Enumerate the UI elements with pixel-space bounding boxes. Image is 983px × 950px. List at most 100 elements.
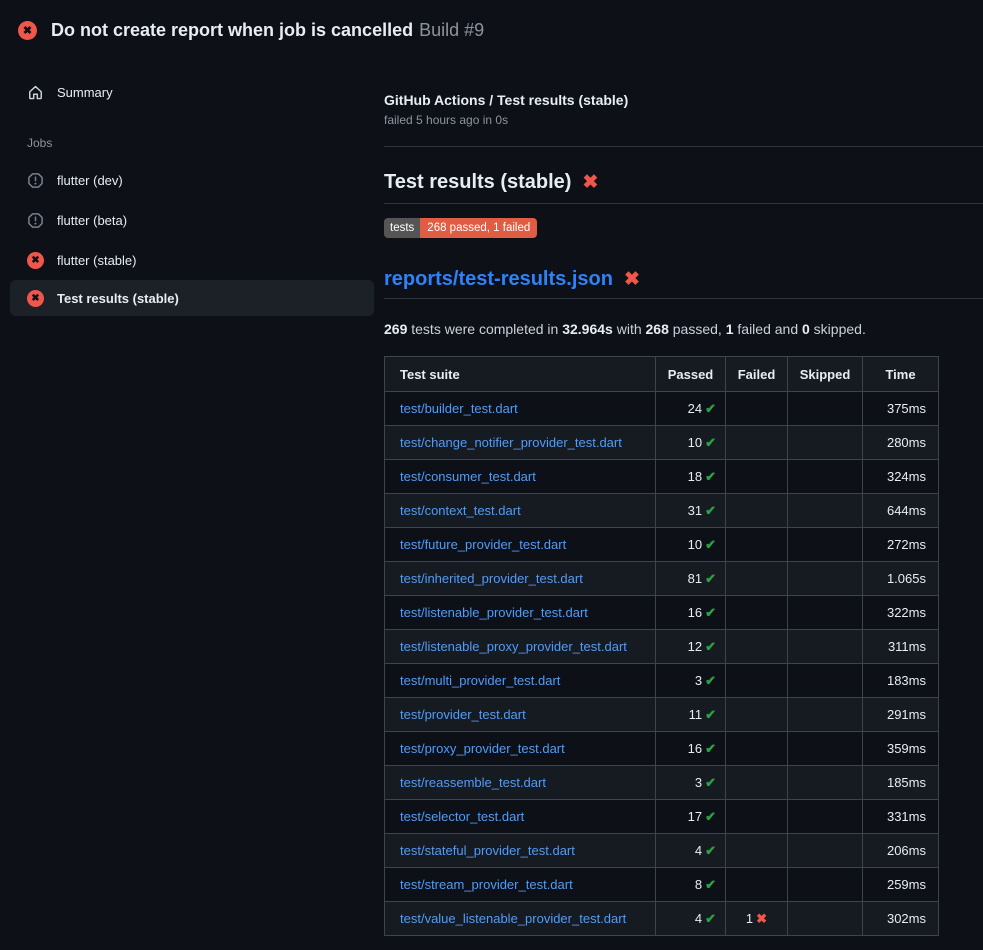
failed-count-cell (726, 392, 788, 426)
test-suite-link[interactable]: test/context_test.dart (400, 503, 521, 518)
test-suite-cell: test/stateful_provider_test.dart (385, 834, 656, 868)
cross-icon: ✖ (756, 911, 767, 926)
summary-segment: 269 (384, 321, 407, 337)
build-number: Build #9 (419, 20, 484, 40)
failed-count-cell (726, 426, 788, 460)
passed-count-cell: 8✔ (656, 868, 726, 902)
check-icon: ✔ (705, 843, 716, 858)
skipped-count-cell (788, 834, 863, 868)
test-suite-link[interactable]: test/future_provider_test.dart (400, 537, 566, 552)
stop-icon (27, 212, 44, 229)
column-header-time: Time (863, 357, 939, 392)
summary-segment: 0 (802, 321, 810, 337)
check-icon: ✔ (705, 741, 716, 756)
test-suite-link[interactable]: test/selector_test.dart (400, 809, 524, 824)
sidebar-item-summary[interactable]: Summary (10, 74, 374, 110)
check-icon: ✔ (705, 707, 716, 722)
badge-value: 268 passed, 1 failed (420, 218, 537, 238)
summary-segment: skipped. (810, 321, 866, 337)
passed-count-cell: 12✔ (656, 630, 726, 664)
table-row: test/multi_provider_test.dart 3✔ 183ms (385, 664, 939, 698)
time-cell: 1.065s (863, 562, 939, 596)
failed-count-cell (726, 664, 788, 698)
passed-count-cell: 11✔ (656, 698, 726, 732)
test-suite-link[interactable]: test/inherited_provider_test.dart (400, 571, 583, 586)
passed-count-cell: 81✔ (656, 562, 726, 596)
failed-count-cell (726, 698, 788, 732)
test-suite-cell: test/selector_test.dart (385, 800, 656, 834)
test-suite-link[interactable]: test/multi_provider_test.dart (400, 673, 560, 688)
check-icon: ✔ (705, 469, 716, 484)
skipped-count-cell (788, 596, 863, 630)
time-cell: 311ms (863, 630, 939, 664)
check-icon: ✔ (705, 605, 716, 620)
table-row: test/value_listenable_provider_test.dart… (385, 902, 939, 936)
sidebar: Summary Jobs flutter (dev) flutter (beta… (0, 56, 384, 316)
failed-count-cell (726, 834, 788, 868)
time-cell: 280ms (863, 426, 939, 460)
passed-count-cell: 16✔ (656, 732, 726, 766)
check-icon: ✔ (705, 911, 716, 926)
sidebar-item-label: Test results (stable) (57, 291, 179, 306)
test-suite-cell: test/context_test.dart (385, 494, 656, 528)
badge-label: tests (384, 218, 420, 238)
test-suite-link[interactable]: test/listenable_proxy_provider_test.dart (400, 639, 627, 654)
time-cell: 185ms (863, 766, 939, 800)
test-suite-link[interactable]: test/provider_test.dart (400, 707, 526, 722)
test-suite-cell: test/builder_test.dart (385, 392, 656, 426)
sidebar-item-flutter-dev[interactable]: flutter (dev) (10, 160, 374, 200)
sidebar-item-flutter-stable[interactable]: ✖ flutter (stable) (10, 240, 374, 280)
sidebar-item-flutter-beta[interactable]: flutter (beta) (10, 200, 374, 240)
test-suite-link[interactable]: test/stateful_provider_test.dart (400, 843, 575, 858)
test-suite-link[interactable]: test/reassemble_test.dart (400, 775, 546, 790)
table-row: test/selector_test.dart17✔331ms (385, 800, 939, 834)
report-file-link[interactable]: reports/test-results.json (384, 268, 613, 291)
skipped-count-cell (788, 902, 863, 936)
test-suite-link[interactable]: test/consumer_test.dart (400, 469, 536, 484)
test-suite-link[interactable]: test/value_listenable_provider_test.dart (400, 911, 626, 926)
table-row: test/proxy_provider_test.dart16✔359ms (385, 732, 939, 766)
test-suite-cell: test/provider_test.dart (385, 698, 656, 732)
check-icon: ✔ (705, 775, 716, 790)
skipped-count-cell (788, 460, 863, 494)
summary-segment: with (613, 321, 646, 337)
summary-segment: failed and (734, 321, 803, 337)
test-suite-link[interactable]: test/stream_provider_test.dart (400, 877, 573, 892)
table-row: test/stateful_provider_test.dart4✔206ms (385, 834, 939, 868)
passed-count-cell: 3✔ (656, 664, 726, 698)
failed-count-cell (726, 562, 788, 596)
skipped-count-cell (788, 426, 863, 460)
page-title: Do not create report when job is cancell… (51, 20, 413, 40)
section-heading: Test results (stable) ✖ (384, 171, 983, 204)
time-cell: 322ms (863, 596, 939, 630)
x-circle-icon: ✖ (18, 21, 37, 40)
table-row: test/reassemble_test.dart3✔185ms (385, 766, 939, 800)
skipped-count-cell (788, 698, 863, 732)
time-cell: 644ms (863, 494, 939, 528)
failed-count-cell (726, 528, 788, 562)
test-suite-link[interactable]: test/proxy_provider_test.dart (400, 741, 565, 756)
time-cell: 259ms (863, 868, 939, 902)
test-suite-link[interactable]: test/change_notifier_provider_test.dart (400, 435, 622, 450)
table-header-row: Test suite Passed Failed Skipped Time (385, 357, 939, 392)
column-header-skipped: Skipped (788, 357, 863, 392)
main-content: GitHub Actions / Test results (stable) f… (384, 56, 983, 936)
sidebar-item-test-results-stable[interactable]: ✖ Test results (stable) (10, 280, 374, 316)
passed-count-cell: 24✔ (656, 392, 726, 426)
time-cell: 183ms (863, 664, 939, 698)
table-row: test/listenable_provider_test.dart16✔322… (385, 596, 939, 630)
test-suite-cell: test/change_notifier_provider_test.dart (385, 426, 656, 460)
time-cell: 206ms (863, 834, 939, 868)
table-row: test/provider_test.dart11✔291ms (385, 698, 939, 732)
failed-x-icon: ✖ (624, 270, 640, 289)
test-suite-cell: test/listenable_provider_test.dart (385, 596, 656, 630)
table-row: test/inherited_provider_test.dart 81✔ 1.06… (385, 562, 939, 596)
table-row: test/stream_provider_test.dart 8✔ 259ms (385, 868, 939, 902)
failed-count-cell: 1✖ (726, 902, 788, 936)
skipped-count-cell (788, 664, 863, 698)
failed-x-icon: ✖ (582, 173, 598, 192)
test-suite-link[interactable]: test/builder_test.dart (400, 401, 518, 416)
passed-count-cell: 10✔ (656, 528, 726, 562)
failed-count-cell (726, 868, 788, 902)
test-suite-link[interactable]: test/listenable_provider_test.dart (400, 605, 588, 620)
